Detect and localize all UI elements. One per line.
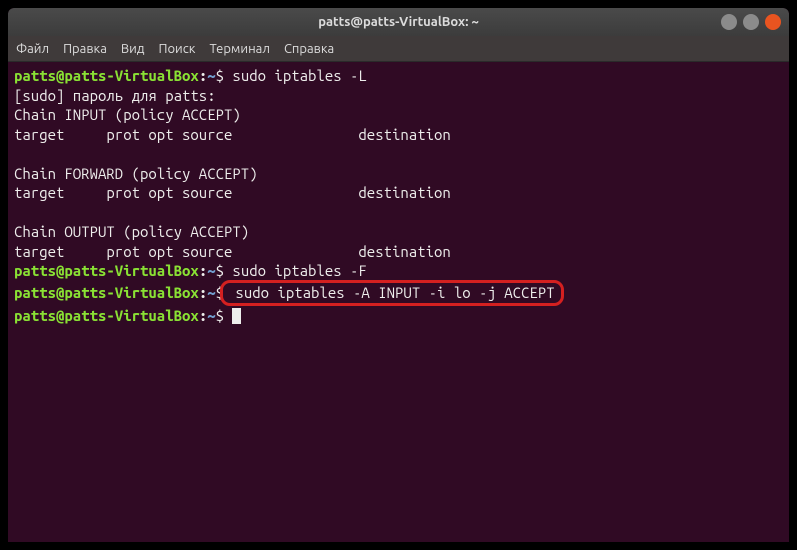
terminal-output: Chain FORWARD (policy ACCEPT) — [14, 164, 783, 184]
maximize-button[interactable] — [743, 14, 759, 30]
terminal-output: target prot opt source destination — [14, 242, 783, 262]
terminal-line: patts@patts-VirtualBox:~$ sudo iptables … — [14, 281, 783, 307]
terminal-line: patts@patts-VirtualBox:~$ sudo iptables … — [14, 66, 783, 86]
prompt-userhost: patts@patts-VirtualBox — [14, 307, 199, 324]
terminal-output: Chain INPUT (policy ACCEPT) — [14, 105, 783, 125]
prompt-dollar: $ — [216, 67, 224, 84]
prompt-userhost: patts@patts-VirtualBox — [14, 67, 199, 84]
prompt-path: ~ — [207, 67, 215, 84]
terminal-window: patts@patts-VirtualBox: ~ Файл Правка Ви… — [8, 8, 789, 542]
titlebar: patts@patts-VirtualBox: ~ — [8, 8, 789, 36]
prompt-userhost: patts@patts-VirtualBox — [14, 284, 199, 301]
prompt-colon: : — [199, 284, 207, 301]
prompt-path: ~ — [207, 262, 215, 279]
minimize-button[interactable] — [721, 14, 737, 30]
terminal-output: Chain OUTPUT (policy ACCEPT) — [14, 222, 783, 242]
command-text — [224, 307, 232, 324]
terminal-output — [14, 144, 783, 164]
menu-search[interactable]: Поиск — [158, 42, 195, 56]
terminal-line: patts@patts-VirtualBox:~$ sudo iptables … — [14, 261, 783, 281]
menu-help[interactable]: Справка — [284, 42, 334, 56]
cursor — [232, 308, 241, 324]
menu-edit[interactable]: Правка — [63, 42, 107, 56]
terminal-body[interactable]: patts@patts-VirtualBox:~$ sudo iptables … — [8, 62, 789, 542]
prompt-path: ~ — [207, 284, 215, 301]
prompt-dollar: $ — [216, 307, 224, 324]
terminal-output: target prot opt source destination — [14, 125, 783, 145]
window-controls — [721, 14, 781, 30]
window-title: patts@patts-VirtualBox: ~ — [318, 15, 479, 29]
menubar: Файл Правка Вид Поиск Терминал Справка — [8, 36, 789, 62]
menu-view[interactable]: Вид — [121, 42, 145, 56]
menu-terminal[interactable]: Терминал — [209, 42, 269, 56]
prompt-path: ~ — [207, 307, 215, 324]
command-text: sudo iptables -A INPUT -i lo -j ACCEPT — [227, 284, 555, 301]
prompt-colon: : — [199, 262, 207, 279]
command-text: sudo iptables -F — [224, 262, 367, 279]
prompt-colon: : — [199, 67, 207, 84]
menu-file[interactable]: Файл — [16, 42, 49, 56]
terminal-output — [14, 203, 783, 223]
highlighted-command: sudo iptables -A INPUT -i lo -j ACCEPT — [220, 280, 564, 307]
prompt-userhost: patts@patts-VirtualBox — [14, 262, 199, 279]
prompt-colon: : — [199, 307, 207, 324]
prompt-dollar: $ — [216, 262, 224, 279]
terminal-output: target prot opt source destination — [14, 183, 783, 203]
command-text: sudo iptables -L — [224, 67, 367, 84]
terminal-line: patts@patts-VirtualBox:~$ — [14, 306, 783, 326]
close-button[interactable] — [765, 14, 781, 30]
terminal-output: [sudo] пароль для patts: — [14, 86, 783, 106]
